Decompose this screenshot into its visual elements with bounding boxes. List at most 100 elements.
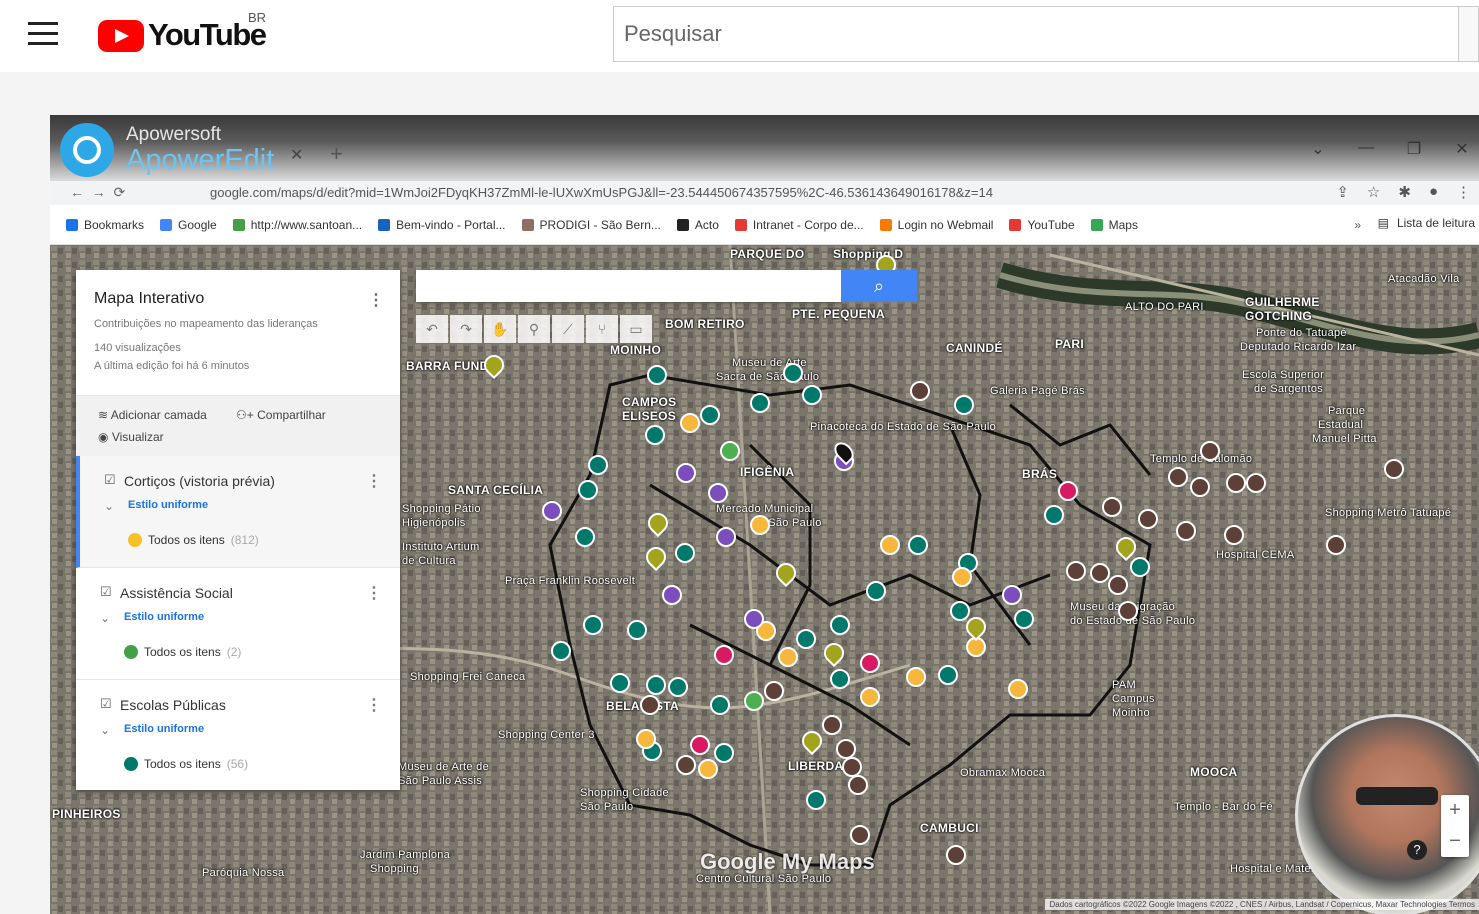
- draw-line-icon[interactable]: ⟋: [552, 315, 584, 343]
- school-marker[interactable]: [645, 425, 665, 445]
- layer-corticos[interactable]: ☑ Cortiços (vistoria prévia) ⋮ ⌄ Estilo …: [76, 456, 400, 568]
- health-marker[interactable]: [714, 645, 734, 665]
- tenement-marker[interactable]: [636, 729, 656, 749]
- layer-options-icon[interactable]: ⋮: [366, 695, 382, 715]
- church-marker[interactable]: [1102, 497, 1122, 517]
- school-marker[interactable]: [1130, 557, 1150, 577]
- church-marker[interactable]: [1246, 473, 1266, 493]
- bookmark-item[interactable]: Bem-vindo - Portal...: [378, 218, 506, 232]
- church-marker[interactable]: [1224, 525, 1244, 545]
- layer-checkbox[interactable]: ☑: [104, 472, 116, 488]
- school-marker[interactable]: [578, 480, 598, 500]
- bookmark-item[interactable]: Bookmarks: [66, 218, 144, 232]
- layer-options-icon[interactable]: ⋮: [366, 583, 382, 603]
- school-marker[interactable]: [700, 405, 720, 425]
- health-marker[interactable]: [1058, 481, 1078, 501]
- school-marker[interactable]: [610, 673, 630, 693]
- church-marker[interactable]: [1168, 467, 1188, 487]
- redo-icon[interactable]: ↷: [450, 315, 482, 343]
- layer-items-row[interactable]: Todos os itens (56): [124, 757, 248, 771]
- zoom-in-button[interactable]: +: [1441, 795, 1469, 826]
- layer-escolas-publicas[interactable]: ☑ Escolas Públicas ⋮ ⌄ Estilo uniforme T…: [76, 680, 400, 792]
- youtube-logo[interactable]: YouTube BR: [98, 10, 267, 52]
- map-options-icon[interactable]: ⋮: [368, 290, 384, 310]
- school-marker[interactable]: [668, 677, 688, 697]
- video-player[interactable]: Apowersoft ApowerEdit ✕ + ⌄ — ❐ ✕ ← → ⟳ …: [50, 115, 1479, 914]
- bookmark-item[interactable]: Intranet - Corpo de...: [734, 218, 864, 232]
- health-marker[interactable]: [860, 653, 880, 673]
- hamburger-menu-icon[interactable]: [28, 22, 58, 46]
- school-marker[interactable]: [646, 675, 666, 695]
- school-marker[interactable]: [1014, 609, 1034, 629]
- tenement-marker[interactable]: [1008, 679, 1028, 699]
- chevron-down-icon[interactable]: ⌄: [100, 611, 110, 625]
- church-marker[interactable]: [842, 757, 862, 777]
- school-marker[interactable]: [675, 543, 695, 563]
- school-marker[interactable]: [714, 743, 734, 763]
- new-tab-icon[interactable]: +: [330, 141, 343, 167]
- tab-close-icon[interactable]: ✕: [290, 145, 303, 165]
- url-text[interactable]: google.com/maps/d/edit?mid=1WmJoi2FDyqKH…: [210, 185, 993, 200]
- social-marker[interactable]: [1002, 585, 1022, 605]
- bookmark-item[interactable]: Maps: [1090, 218, 1138, 232]
- terms-link[interactable]: Termos: [1449, 900, 1475, 909]
- school-marker[interactable]: [575, 527, 595, 547]
- social-marker[interactable]: [676, 463, 696, 483]
- church-marker[interactable]: [850, 825, 870, 845]
- layer-style-link[interactable]: Estilo uniforme: [128, 499, 208, 511]
- extensions-icon[interactable]: ✱: [1398, 183, 1411, 201]
- preview-button[interactable]: ◉ Visualizar: [98, 430, 164, 444]
- church-marker[interactable]: [836, 739, 856, 759]
- map-title[interactable]: Mapa Interativo: [94, 290, 204, 308]
- add-marker-icon[interactable]: ⚲: [518, 315, 550, 343]
- school-marker[interactable]: [938, 665, 958, 685]
- school-marker[interactable]: [710, 695, 730, 715]
- layer-name[interactable]: Escolas Públicas: [120, 697, 226, 713]
- social-marker[interactable]: [708, 483, 728, 503]
- social-marker[interactable]: [744, 609, 764, 629]
- profile-icon[interactable]: ●: [1429, 183, 1438, 201]
- restore-icon[interactable]: ❐: [1403, 139, 1425, 159]
- school-marker[interactable]: [802, 385, 822, 405]
- layer-name[interactable]: Assistência Social: [120, 585, 233, 601]
- church-marker[interactable]: [848, 775, 868, 795]
- bookmark-item[interactable]: Google: [160, 218, 217, 232]
- help-icon[interactable]: ?: [1407, 840, 1427, 860]
- school-marker[interactable]: [783, 363, 803, 383]
- school-marker[interactable]: [647, 365, 667, 385]
- social-marker[interactable]: [716, 527, 736, 547]
- tab-search-icon[interactable]: ⌄: [1307, 139, 1329, 159]
- layer-items-row[interactable]: Todos os itens (2): [124, 645, 241, 659]
- tenement-marker[interactable]: [698, 759, 718, 779]
- church-marker[interactable]: [1200, 441, 1220, 461]
- directions-icon[interactable]: ⑂: [586, 315, 618, 343]
- church-marker[interactable]: [1090, 563, 1110, 583]
- tenement-marker[interactable]: [880, 535, 900, 555]
- add-layer-button[interactable]: ≋ Adicionar camada: [98, 408, 207, 422]
- school-marker[interactable]: [830, 669, 850, 689]
- bookmark-item[interactable]: PRODIGI - São Bern...: [521, 218, 661, 232]
- bookmark-item[interactable]: YouTube: [1009, 218, 1075, 232]
- zoom-out-button[interactable]: −: [1441, 826, 1469, 857]
- bookmark-item[interactable]: http://www.santoan...: [232, 218, 362, 232]
- tenement-marker[interactable]: [860, 687, 880, 707]
- church-marker[interactable]: [910, 381, 930, 401]
- school-marker[interactable]: [796, 629, 816, 649]
- youtube-search-input[interactable]: [614, 7, 1458, 61]
- address-bar[interactable]: ← → ⟳ google.com/maps/d/edit?mid=1WmJoi2…: [50, 181, 1479, 205]
- church-marker[interactable]: [640, 695, 660, 715]
- layer-style-link[interactable]: Estilo uniforme: [124, 611, 204, 623]
- chevron-down-icon[interactable]: ⌄: [100, 723, 110, 737]
- social-marker[interactable]: [662, 585, 682, 605]
- layer-name[interactable]: Cortiços (vistoria prévia): [124, 473, 275, 489]
- map-description[interactable]: Contribuições no mapeamento das lideranç…: [94, 318, 318, 330]
- church-marker[interactable]: [1190, 477, 1210, 497]
- church-marker[interactable]: [1138, 509, 1158, 529]
- assistance-marker[interactable]: [744, 691, 764, 711]
- tenement-marker[interactable]: [750, 515, 770, 535]
- church-marker[interactable]: [822, 715, 842, 735]
- church-marker[interactable]: [1176, 521, 1196, 541]
- school-marker[interactable]: [627, 620, 647, 640]
- layer-style-link[interactable]: Estilo uniforme: [124, 723, 204, 735]
- tenement-marker[interactable]: [906, 667, 926, 687]
